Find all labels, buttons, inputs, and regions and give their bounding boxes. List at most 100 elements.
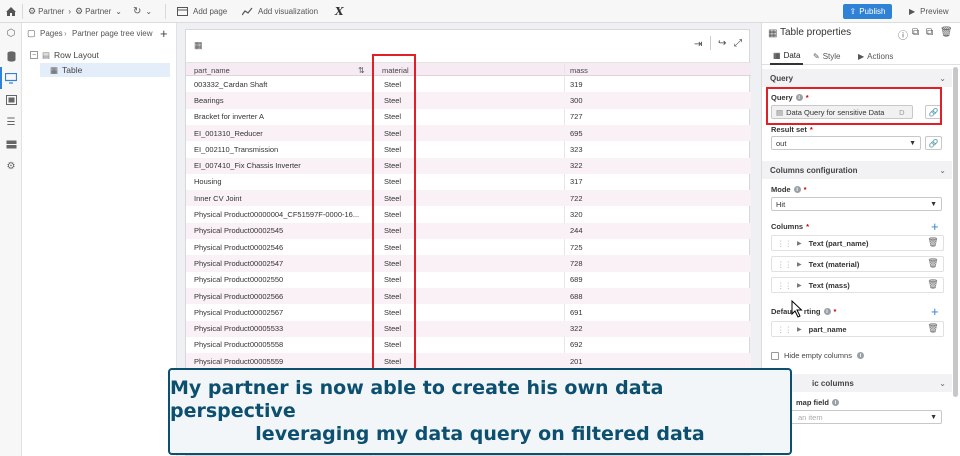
link-result-button[interactable]: 🔗 [925, 136, 942, 150]
help-icon[interactable]: ⓘ [898, 27, 908, 42]
divider [710, 36, 711, 50]
table-cell: 322 [570, 324, 583, 334]
trash-icon[interactable]: 🗑 [927, 237, 938, 248]
add-sorting-icon[interactable]: + [931, 305, 939, 318]
database-icon[interactable] [4, 50, 18, 62]
trash-icon[interactable]: 🗑 [927, 279, 938, 290]
table-cell: 319 [570, 79, 583, 89]
expand-icon[interactable]: ▶ [797, 326, 802, 333]
fullscreen-icon[interactable]: ⤢ [734, 38, 742, 49]
column-header-part-name[interactable]: part_name [194, 63, 230, 77]
brush-icon: ✎ [813, 51, 820, 61]
tab-style[interactable]: ✎ Style [813, 47, 841, 65]
trash-icon[interactable]: 🗑 [927, 323, 938, 334]
table-row[interactable]: EI_007410_Fix Chassis Inverter Steel 322 [186, 157, 751, 174]
tree-item-table[interactable]: ▦ Table [40, 63, 170, 77]
info-icon[interactable]: i [856, 352, 864, 359]
drag-handle-icon[interactable]: ⋮⋮ [777, 325, 792, 334]
add-column-icon[interactable]: + [931, 220, 939, 233]
drag-handle-icon[interactable]: ⋮⋮ [777, 281, 792, 290]
trash-icon[interactable]: 🗑 [927, 258, 938, 269]
section-title: Query [770, 73, 794, 83]
table-cell: EI_002110_Transmission [194, 144, 279, 154]
map-field-label: map field i [796, 398, 839, 407]
map-field-select[interactable]: an item ▼ [771, 410, 942, 424]
play-icon: ▶ [909, 7, 916, 16]
tree-header: ▢ Pages › Partner page tree view + [22, 23, 177, 43]
sort-item[interactable]: ⋮⋮ ▶ part_name [771, 321, 944, 337]
copy-icon[interactable]: ⧉ [912, 27, 919, 38]
table-row[interactable]: Physical Product00002546 Steel 725 [186, 239, 751, 255]
cube-icon[interactable]: ⬡ [4, 27, 18, 39]
chevron-down-icon: ⌄ [939, 165, 946, 175]
table-row[interactable]: Bracket for inverter A Steel 727 [186, 109, 751, 125]
add-page-button[interactable]: Add page [177, 0, 227, 23]
expand-icon[interactable]: ▶ [797, 240, 802, 247]
add-visualization-button[interactable]: Add visualization [242, 0, 318, 23]
table-row[interactable]: Bearings Steel 300 [186, 92, 751, 109]
table-cell: Physical Product00002550 [194, 275, 284, 285]
table-cell: 691 [570, 307, 583, 317]
tab-data[interactable]: ▦ Data [770, 47, 804, 65]
expand-icon[interactable]: ▶ [797, 261, 802, 268]
pages-tab[interactable]: Pages [40, 29, 63, 38]
preview-button[interactable]: ▶ Preview [909, 0, 949, 23]
result-set-select[interactable]: out ▼ [771, 136, 921, 150]
export-icon[interactable]: ⇥ [694, 39, 702, 50]
table-row[interactable]: Housing Steel 317 [186, 174, 751, 190]
tree-view-tab[interactable]: Partner page tree view [72, 29, 153, 38]
table-cell: 300 [570, 95, 583, 105]
table-row[interactable]: Physical Product00000004_CF51597F-0000-1… [186, 206, 751, 222]
info-icon[interactable]: i [831, 399, 839, 406]
breadcrumb-page[interactable]: Partner [85, 7, 111, 16]
tab-actions[interactable]: ▶ Actions [858, 47, 893, 65]
settings-icon[interactable]: ⚙ [4, 160, 18, 172]
table-row[interactable]: Physical Product00005559 Steel 201 [186, 353, 751, 370]
table-row[interactable]: EI_002110_Transmission Steel 323 [186, 141, 751, 157]
table-row[interactable]: Physical Product00005533 Steel 322 [186, 320, 751, 337]
table-row[interactable]: Physical Product00005558 Steel 692 [186, 337, 751, 353]
scrollbar[interactable] [953, 67, 958, 397]
duplicate-icon[interactable]: ⧉ [926, 27, 933, 38]
list-icon[interactable]: ☰ [4, 116, 18, 128]
add-icon[interactable]: + [160, 26, 168, 41]
share-icon[interactable]: ↪ [718, 38, 726, 49]
table-row[interactable]: Inner CV Joint Steel 722 [186, 190, 751, 207]
hide-empty-columns-row[interactable]: Hide empty columns i [771, 351, 864, 360]
column-item[interactable]: ⋮⋮ ▶ Text (material) [771, 256, 944, 272]
image-icon[interactable] [4, 94, 18, 106]
monitor-icon[interactable] [4, 72, 18, 84]
column-item[interactable]: ⋮⋮ ▶ Text (mass) [771, 277, 944, 293]
table-row[interactable]: 003332_Cardan Shaft Steel 319 [186, 76, 751, 92]
delete-icon[interactable]: 🗑 [940, 27, 953, 38]
table-row[interactable]: Physical Product00002545 Steel 244 [186, 222, 751, 239]
columns-config-header[interactable]: Columns configuration ⌄ [762, 161, 952, 179]
mode-select[interactable]: Hit ▼ [771, 197, 942, 211]
hide-empty-checkbox[interactable] [771, 351, 779, 360]
home-button[interactable] [5, 0, 17, 23]
info-icon[interactable]: i [823, 308, 831, 315]
table-row[interactable]: Physical Product00002567 Steel 691 [186, 304, 751, 320]
column-header-mass[interactable]: mass [570, 63, 588, 77]
table-row[interactable]: EI_001310_Reducer Steel 695 [186, 124, 751, 142]
drag-handle-icon[interactable]: ⋮⋮ [777, 260, 792, 269]
table-row[interactable]: Physical Product00002566 Steel 688 [186, 287, 751, 305]
breadcrumb[interactable]: ⚙ Partner › ⚙ Partner ⌄ [28, 0, 122, 23]
column-item[interactable]: ⋮⋮ ▶ Text (part_name) [771, 235, 944, 251]
tree-item-row-layout[interactable]: − ▤ Row Layout [30, 48, 170, 62]
breadcrumb-app[interactable]: Partner [38, 7, 64, 16]
table-row[interactable]: Physical Product00002550 Steel 689 [186, 272, 751, 288]
storage-icon[interactable] [4, 138, 18, 150]
sort-icon[interactable]: ⇅ [358, 63, 365, 77]
table-row[interactable]: Physical Product00002547 Steel 728 [186, 255, 751, 272]
drag-handle-icon[interactable]: ⋮⋮ [777, 239, 792, 248]
publish-button[interactable]: ⇪ Publish [843, 4, 892, 19]
table-cell: EI_007410_Fix Chassis Inverter [194, 161, 301, 171]
info-icon[interactable]: i [793, 186, 801, 193]
section-title: Columns configuration [770, 165, 858, 175]
query-section-header[interactable]: Query ⌄ [762, 69, 952, 87]
x-logo-button[interactable]: X [335, 0, 344, 23]
link-icon: 🔗 [928, 138, 939, 148]
history-button[interactable]: ↻ ⌄ [133, 0, 152, 23]
expand-icon[interactable]: ▶ [797, 282, 802, 289]
